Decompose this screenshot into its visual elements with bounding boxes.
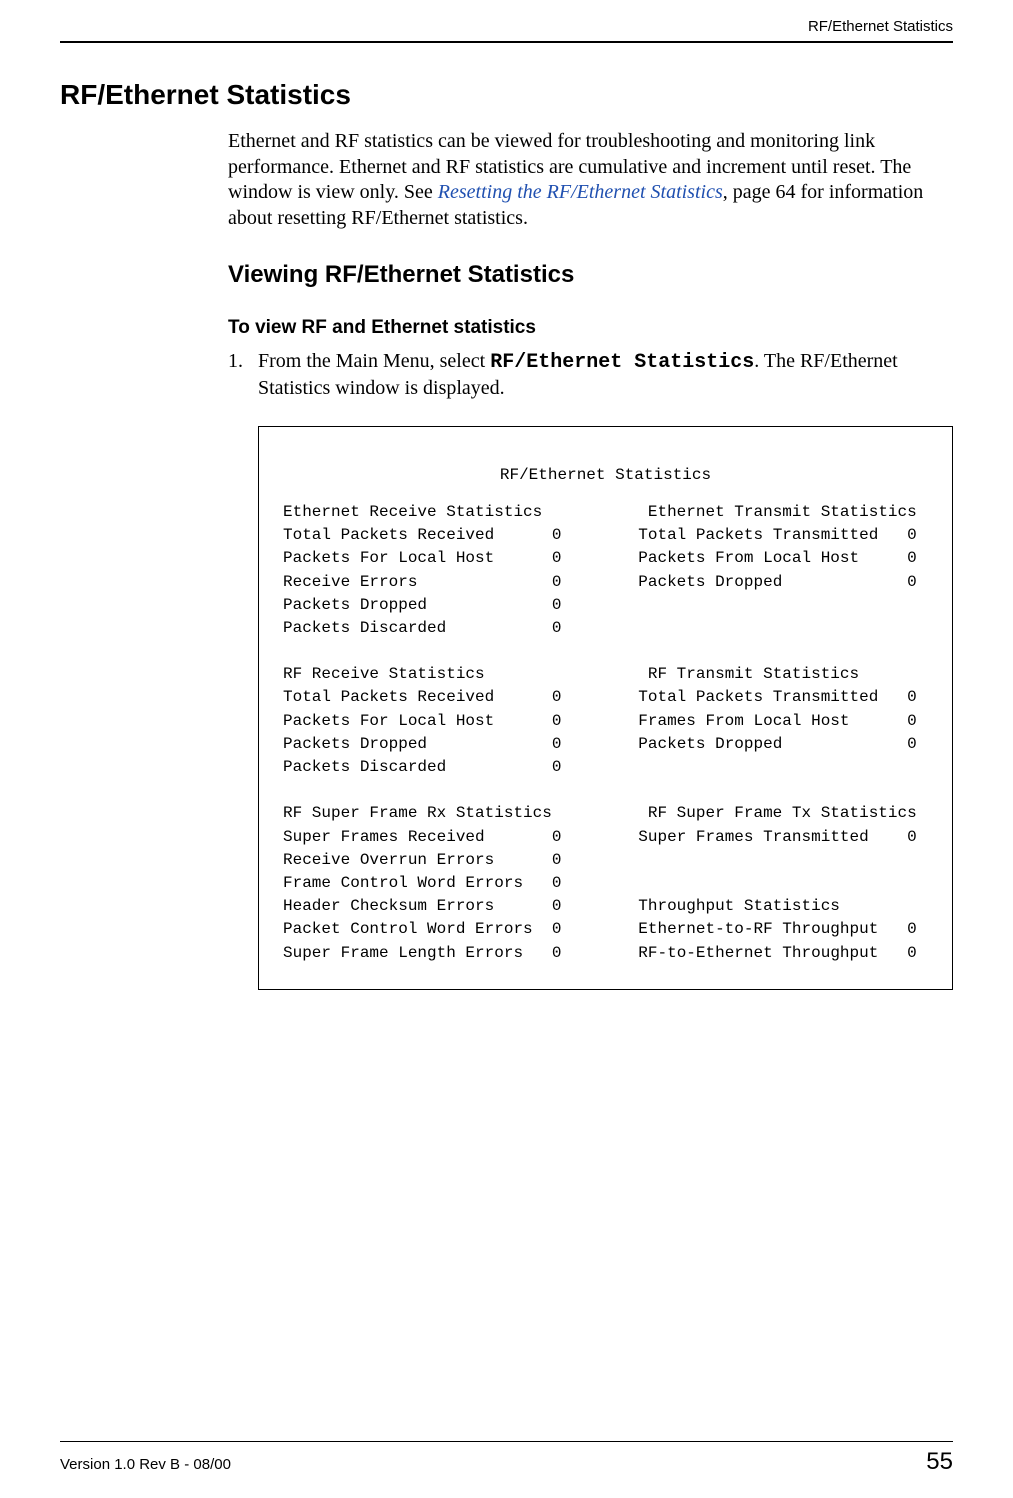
rf-tx-1-v: 0 (907, 712, 917, 730)
rf-rx-1-v: 0 (552, 712, 562, 730)
sf-rx-5-l: Super Frame Length Errors (283, 944, 523, 962)
sf-tx-head: RF Super Frame Tx Statistics (648, 804, 917, 822)
rf-rx-0-v: 0 (552, 688, 562, 706)
rf-tx-1-l: Frames From Local Host (638, 712, 849, 730)
sf-tx-0-l: Super Frames Transmitted (638, 828, 868, 846)
eth-tx-2-l: Packets Dropped (638, 573, 782, 591)
step-1: 1. From the Main Menu, select RF/Etherne… (228, 349, 953, 401)
sf-rx-5-v: 0 (552, 944, 562, 962)
section-title: RF/Ethernet Statistics (60, 79, 953, 111)
rf-tx-0-l: Total Packets Transmitted (638, 688, 878, 706)
rf-tx-2-l: Packets Dropped (638, 735, 782, 753)
sf-tx-0-v: 0 (907, 828, 917, 846)
rf-rx-2-l: Packets Dropped (283, 735, 427, 753)
subsection-title: Viewing RF/Ethernet Statistics (228, 261, 953, 289)
rf-tx-2-v: 0 (907, 735, 917, 753)
eth-rx-0-v: 0 (552, 526, 562, 544)
sf-rx-head: RF Super Frame Rx Statistics (283, 804, 552, 822)
eth-rx-1-v: 0 (552, 549, 562, 567)
menu-command: RF/Ethernet Statistics (490, 351, 754, 374)
sf-rx-3-l: Header Checksum Errors (283, 897, 494, 915)
rf-rx-1-l: Packets For Local Host (283, 712, 494, 730)
sf-rx-3-v: 0 (552, 897, 562, 915)
rf-rx-3-v: 0 (552, 758, 562, 776)
eth-rx-2-v: 0 (552, 573, 562, 591)
eth-rx-3-l: Packets Dropped (283, 596, 427, 614)
header-rule (60, 41, 953, 43)
eth-tx-0-v: 0 (907, 526, 917, 544)
rf-rx-0-l: Total Packets Received (283, 688, 494, 706)
sf-rx-4-v: 0 (552, 920, 562, 938)
terminal-screenshot: RF/Ethernet Statistics Ethernet Receive S… (258, 426, 953, 990)
eth-tx-0-l: Total Packets Transmitted (638, 526, 878, 544)
eth-rx-2-l: Receive Errors (283, 573, 417, 591)
eth-tx-1-l: Packets From Local Host (638, 549, 859, 567)
step-text-a: From the Main Menu, select (258, 350, 490, 372)
eth-tx-1-v: 0 (907, 549, 917, 567)
rf-tx-0-v: 0 (907, 688, 917, 706)
sf-rx-2-l: Frame Control Word Errors (283, 874, 523, 892)
eth-rx-1-l: Packets For Local Host (283, 549, 494, 567)
eth-tx-head: Ethernet Transmit Statistics (648, 503, 917, 521)
step-text: From the Main Menu, select RF/Ethernet S… (258, 349, 953, 401)
eth-tx-2-v: 0 (907, 573, 917, 591)
intro-paragraph: Ethernet and RF statistics can be viewed… (228, 129, 953, 231)
rf-rx-head: RF Receive Statistics (283, 665, 485, 683)
rf-rx-2-v: 0 (552, 735, 562, 753)
rf-tx-head: RF Transmit Statistics (648, 665, 859, 683)
thr-1-v: 0 (907, 944, 917, 962)
procedure-heading: To view RF and Ethernet statistics (228, 317, 953, 339)
eth-rx-4-l: Packets Discarded (283, 619, 446, 637)
page-footer: Version 1.0 Rev B - 08/00 55 (60, 1441, 953, 1476)
thr-head: Throughput Statistics (638, 897, 840, 915)
screen-title: RF/Ethernet Statistics (283, 464, 928, 487)
page-number: 55 (926, 1448, 953, 1476)
sf-rx-4-l: Packet Control Word Errors (283, 920, 533, 938)
eth-rx-0-l: Total Packets Received (283, 526, 494, 544)
rf-rx-3-l: Packets Discarded (283, 758, 446, 776)
thr-0-l: Ethernet-to-RF Throughput (638, 920, 878, 938)
sf-rx-0-v: 0 (552, 828, 562, 846)
sf-rx-1-l: Receive Overrun Errors (283, 851, 494, 869)
sf-rx-1-v: 0 (552, 851, 562, 869)
footer-version: Version 1.0 Rev B - 08/00 (60, 1456, 231, 1473)
eth-rx-head: Ethernet Receive Statistics (283, 503, 542, 521)
step-number: 1. (228, 349, 258, 401)
thr-1-l: RF-to-Ethernet Throughput (638, 944, 878, 962)
thr-0-v: 0 (907, 920, 917, 938)
running-head: RF/Ethernet Statistics (60, 18, 953, 41)
cross-ref-link[interactable]: Resetting the RF/Ethernet Statistics (438, 181, 723, 203)
eth-rx-3-v: 0 (552, 596, 562, 614)
sf-rx-0-l: Super Frames Received (283, 828, 485, 846)
sf-rx-2-v: 0 (552, 874, 562, 892)
eth-rx-4-v: 0 (552, 619, 562, 637)
